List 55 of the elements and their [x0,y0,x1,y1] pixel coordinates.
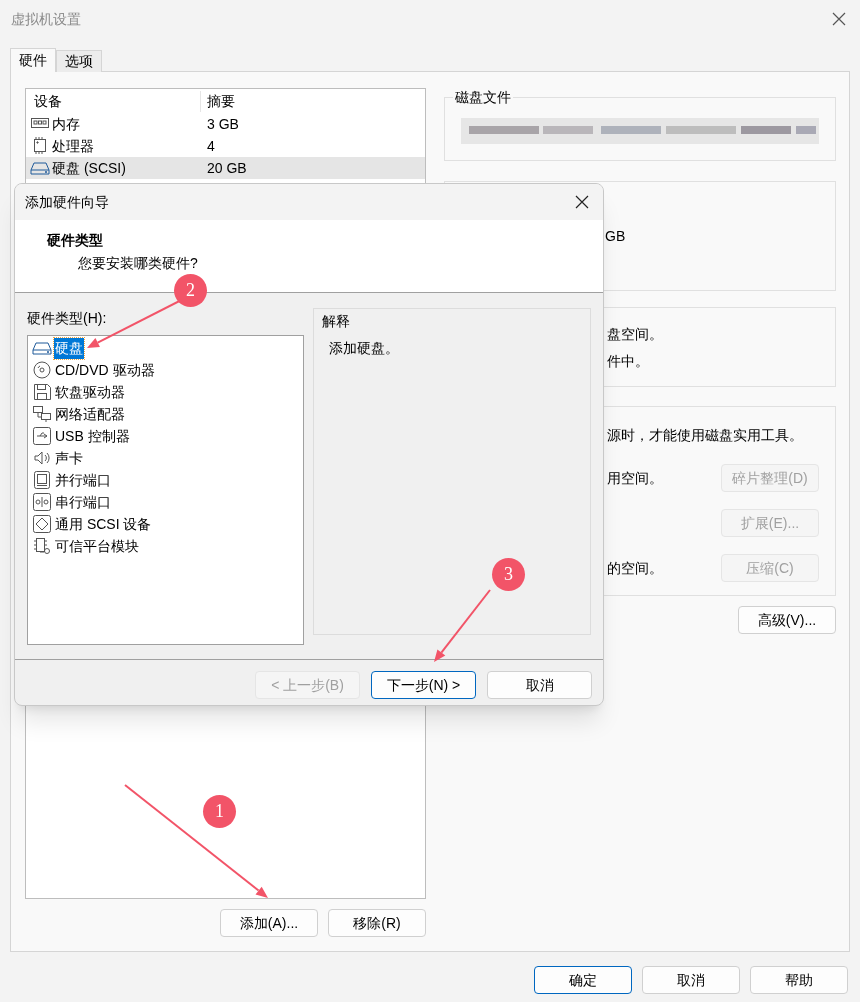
device-row[interactable]: 处理器 4 [26,135,425,157]
button[interactable]: 确定 [534,966,632,994]
network-icon [32,404,52,424]
button[interactable]: 帮助 [750,966,848,994]
utility-text: 的空间。 [607,558,663,578]
hardware-item[interactable]: 软盘驱动器 [54,381,126,403]
hardware-item[interactable]: 并行端口 [54,469,112,491]
button[interactable]: 取消 [487,671,592,699]
hardware-item[interactable]: USB 控制器 [54,425,131,447]
hardware-item[interactable]: 声卡 [54,447,84,469]
column-header: 设备 [26,90,201,112]
list-label: 硬件类型(H): [27,309,108,328]
port-icon [32,470,52,490]
button[interactable]: 高级(V)... [738,606,836,634]
hardware-item[interactable]: CD/DVD 驱动器 [54,359,156,381]
diamond-icon [32,514,52,534]
utility-text: 用空间。 [607,468,663,488]
utilities-note: 源时，才能使用磁盘实用工具。 [607,426,804,445]
close-icon[interactable] [575,195,589,209]
group-title: 磁盘文件 [453,88,513,106]
button[interactable]: 移除(R) [328,909,426,937]
dialog-heading: 硬件类型 [47,231,104,250]
tab[interactable]: 选项 [56,50,102,72]
device-row[interactable]: 内存 3 GB [26,113,425,135]
device-name: 内存 [52,114,80,134]
dialog-subheading: 您要安装哪类硬件? [77,254,199,273]
port-icon [32,492,52,512]
usb-icon [32,426,52,446]
hardware-item[interactable]: 通用 SCSI 设备 [54,513,153,535]
group-title: 解释 [322,312,352,331]
capacity-value: GB [605,227,626,246]
info-text: 盘空间。 [607,325,664,344]
tab[interactable]: 硬件 [10,48,56,72]
window-title: 虚拟机设置 [11,9,81,29]
device-name: 处理器 [52,136,94,156]
hardware-item[interactable]: 可信平台模块 [54,535,140,557]
button[interactable]: 添加(A)... [220,909,318,937]
device-summary: 4 [206,136,215,156]
device-row[interactable]: 硬盘 (SCSI) 20 GB [26,157,425,179]
chip-key-icon [32,536,52,556]
column-header: 摘要 [206,91,235,111]
device-name: 硬盘 (SCSI) [52,158,126,178]
button[interactable]: 下一步(N) > [371,671,476,699]
dialog-title: 添加硬件向导 [25,192,109,212]
device-summary: 3 GB [206,114,239,134]
button[interactable]: 取消 [642,966,740,994]
explanation-text: 添加硬盘。 [329,339,401,358]
info-text: 件中。 [607,352,650,371]
hardware-item[interactable]: 网络适配器 [54,403,126,425]
hardware-item[interactable]: 串行端口 [54,491,112,513]
disc-icon [32,360,52,380]
close-icon[interactable] [832,12,846,26]
device-summary: 20 GB [206,158,247,178]
hardware-item[interactable]: 硬盘 [54,337,84,359]
floppy-icon [32,382,52,402]
